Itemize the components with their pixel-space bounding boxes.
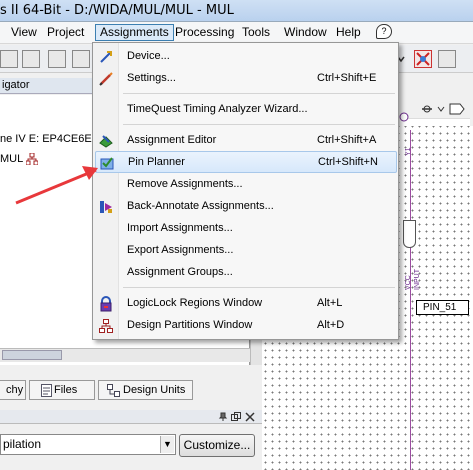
assignment-editor-icon (99, 135, 113, 148)
menu-item-pin-planner-label: Pin Planner (128, 156, 185, 168)
menu-tools[interactable]: Tools (239, 25, 273, 42)
title-bar: s II 64-Bit - D:/WIDA/MUL/MUL - MUL (0, 0, 473, 22)
menu-item-back-annotate-label: Back-Annotate Assignments... (127, 200, 274, 212)
wire-tool-dropdown-icon[interactable] (437, 104, 445, 114)
window-title: s II 64-Bit - D:/WIDA/MUL/MUL - MUL (0, 3, 234, 18)
design-units-icon (107, 384, 120, 397)
menu-item-design-partitions-shortcut: Alt+D (317, 319, 345, 331)
tree-item-device[interactable]: ne IV E: EP4CE6E2 (0, 133, 98, 145)
hierarchy-icon (25, 152, 39, 166)
menu-assignments[interactable]: Assignments (95, 24, 174, 41)
tree-item-entity-label: MUL (0, 153, 23, 165)
settings-icon (99, 72, 113, 86)
menu-item-settings-shortcut: Ctrl+Shift+E (317, 72, 377, 84)
menu-item-timequest-wizard[interactable]: TimeQuest Timing Analyzer Wizard... (95, 99, 397, 121)
menu-item-assignment-editor-label: Assignment Editor (127, 134, 217, 146)
menu-item-pin-planner[interactable]: Pin Planner Ctrl+Shift+N (95, 151, 397, 173)
toolbar-save-all-icon[interactable] (22, 50, 40, 68)
restore-window-icon[interactable] (231, 412, 241, 422)
toolbar-cut-icon[interactable] (72, 50, 90, 68)
menu-item-assignment-groups[interactable]: Assignment Groups... (95, 262, 397, 284)
design-partitions-icon (99, 319, 113, 333)
menu-item-assignment-groups-label: Assignment Groups... (127, 266, 233, 278)
tab-hierarchy[interactable]: chy (0, 380, 26, 400)
tree-item-entity[interactable]: MUL (0, 152, 39, 166)
back-annotate-icon (100, 201, 112, 213)
menu-separator (123, 124, 395, 125)
menu-item-device-label: Device... (127, 50, 170, 62)
menu-item-settings-label: Settings... (127, 72, 176, 84)
menu-item-remove-assignments[interactable]: Remove Assignments... (95, 174, 397, 196)
menu-item-pin-planner-shortcut: Ctrl+Shift+N (318, 156, 378, 168)
flow-select[interactable]: pilation (0, 434, 176, 455)
tab-files-label: Files (54, 384, 78, 396)
menu-window[interactable]: Window (281, 25, 330, 42)
menu-item-design-partitions[interactable]: Design Partitions Window Alt+D (95, 315, 397, 337)
pin-vcc-label: VCC (405, 275, 412, 290)
toolbar-save-icon[interactable] (0, 50, 18, 68)
menu-separator (123, 93, 395, 94)
logiclock-icon (100, 296, 112, 312)
toolbar-rtl-viewer-icon[interactable] (414, 50, 432, 68)
menu-project[interactable]: Project (44, 25, 87, 42)
menu-item-design-partitions-label: Design Partitions Window (127, 319, 253, 331)
wire-tool-icon[interactable] (420, 102, 434, 116)
pin-planner-icon (100, 157, 114, 170)
pin-marker-icon (399, 112, 409, 122)
menu-item-timequest-wizard-label: TimeQuest Timing Analyzer Wizard... (127, 103, 308, 115)
toolbar-chip-icon[interactable] (438, 50, 456, 68)
menu-item-export-assignments-label: Export Assignments... (127, 244, 234, 256)
tasks-header (0, 410, 262, 424)
device-icon (100, 51, 112, 63)
toolbar-print-icon[interactable] (48, 50, 66, 68)
pin-wire (410, 130, 411, 470)
menu-item-assignment-editor-shortcut: Ctrl+Shift+A (317, 134, 377, 146)
menu-item-import-assignments-label: Import Assignments... (127, 222, 233, 234)
menu-item-remove-assignments-label: Remove Assignments... (127, 178, 243, 190)
menu-item-import-assignments[interactable]: Import Assignments... (95, 218, 397, 240)
menu-separator (123, 287, 395, 288)
symbol-tool-icon[interactable] (449, 101, 467, 117)
pin-type-label: INPUT (414, 269, 421, 290)
menu-help[interactable]: Help (333, 25, 364, 42)
menu-item-export-assignments[interactable]: Export Assignments... (95, 240, 397, 262)
menu-item-logiclock-label: LogicLock Regions Window (127, 297, 263, 309)
tree-horizontal-scroll-thumb[interactable] (2, 350, 62, 360)
menu-item-assignment-editor[interactable]: Assignment Editor Ctrl+Shift+A (95, 130, 397, 152)
input-pin-symbol[interactable] (403, 220, 416, 248)
project-navigator-header: igator (0, 78, 92, 94)
menu-item-settings[interactable]: Settings... Ctrl+Shift+E (95, 68, 397, 90)
pin-name-label: Y1 (405, 147, 412, 156)
pin-window-icon[interactable] (218, 412, 228, 422)
menu-item-back-annotate[interactable]: Back-Annotate Assignments... (95, 196, 397, 218)
menu-item-device[interactable]: Device... (95, 46, 397, 68)
help-balloon-icon[interactable]: ? (376, 24, 392, 39)
menu-bar: View Project Assignments Processing Tool… (0, 22, 473, 44)
chevron-down-icon[interactable]: ▼ (160, 436, 174, 453)
close-window-icon[interactable] (245, 412, 255, 422)
menu-item-logiclock[interactable]: LogicLock Regions Window Alt+L (95, 293, 397, 315)
menu-item-logiclock-shortcut: Alt+L (317, 297, 343, 309)
menu-view[interactable]: View (8, 25, 40, 42)
files-icon (41, 384, 52, 397)
tab-files[interactable]: Files (29, 380, 95, 400)
tab-design-units-label: Design Units (123, 384, 186, 396)
customize-button[interactable]: Customize... (179, 434, 255, 457)
pin-location-label[interactable]: PIN_51 (416, 300, 469, 315)
menu-processing[interactable]: Processing (172, 25, 237, 42)
